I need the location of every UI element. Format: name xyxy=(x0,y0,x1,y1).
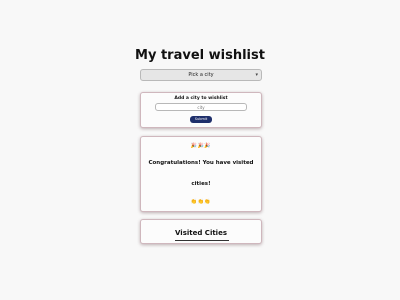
add-city-label: Add a city to wishlist xyxy=(174,96,228,101)
visited-cities-divider xyxy=(175,240,229,241)
travel-wishlist-page: My travel wishlist Pick a city ▾ Add a c… xyxy=(0,0,400,300)
clapping-hands-icon: 👏👏👏 xyxy=(190,199,212,205)
visited-cities-title: Visited Cities xyxy=(175,229,227,237)
city-select-value: Pick a city xyxy=(188,72,214,78)
city-input[interactable] xyxy=(155,103,247,111)
add-city-card: Add a city to wishlist Submit xyxy=(140,92,262,128)
party-popper-icon: 🎉🎉🎉 xyxy=(190,143,212,149)
city-select[interactable]: Pick a city ▾ xyxy=(140,69,262,81)
congrats-card: 🎉🎉🎉 Congratulations! You have visited ci… xyxy=(140,136,262,212)
visited-cities-card: Visited Cities xyxy=(140,219,262,244)
submit-button[interactable]: Submit xyxy=(190,116,212,123)
chevron-down-icon: ▾ xyxy=(255,72,258,78)
congrats-message-cities: cities! xyxy=(191,181,211,187)
congrats-message: Congratulations! You have visited xyxy=(148,160,254,166)
page-title: My travel wishlist xyxy=(135,48,265,63)
